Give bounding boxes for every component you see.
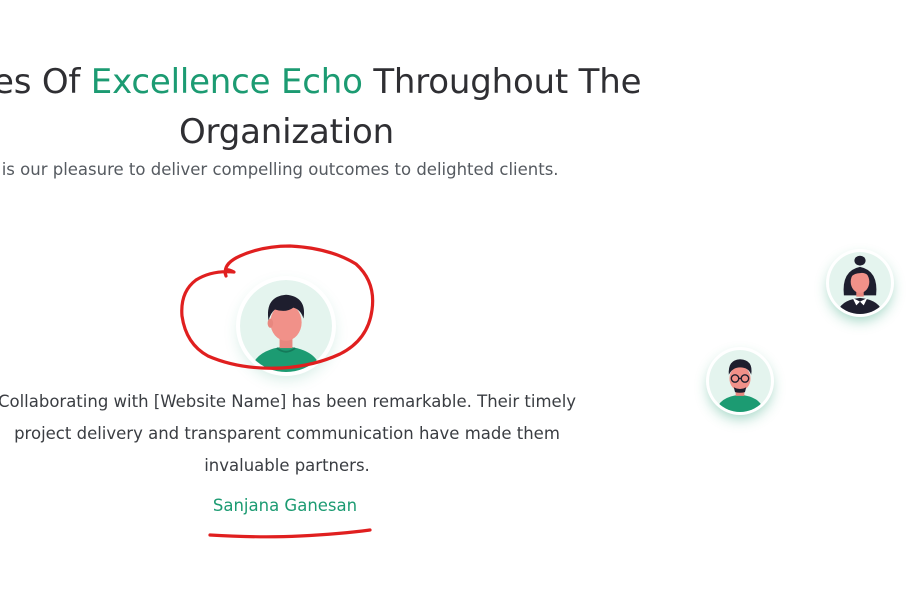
section-heading: es Of Excellence Echo Throughout The Org… — [0, 60, 910, 160]
heading-suffix: Throughout The — [362, 62, 642, 102]
heading-line-1: es Of Excellence Echo Throughout The — [0, 60, 641, 104]
man-glasses-avatar-graphic — [709, 350, 771, 412]
testimonial-quote: Collaborating with [Website Name] has be… — [0, 392, 577, 475]
testimonials-section: es Of Excellence Echo Throughout The Org… — [0, 0, 910, 612]
heading-prefix: es Of — [0, 62, 91, 102]
heading-line-2: Organization — [179, 112, 394, 152]
section-subtitle: t is our pleasure to deliver compelling … — [0, 160, 559, 179]
testimonial-author: Sanjana Ganesan — [212, 496, 358, 515]
heading-accent: Excellence Echo — [90, 62, 363, 102]
man-glasses-avatar-icon[interactable] — [709, 350, 771, 412]
man-avatar-icon[interactable] — [240, 280, 332, 372]
woman-avatar-graphic — [829, 252, 891, 314]
man-avatar-graphic — [240, 280, 332, 372]
woman-avatar-icon[interactable] — [829, 252, 891, 314]
annotation-underline — [208, 528, 372, 539]
